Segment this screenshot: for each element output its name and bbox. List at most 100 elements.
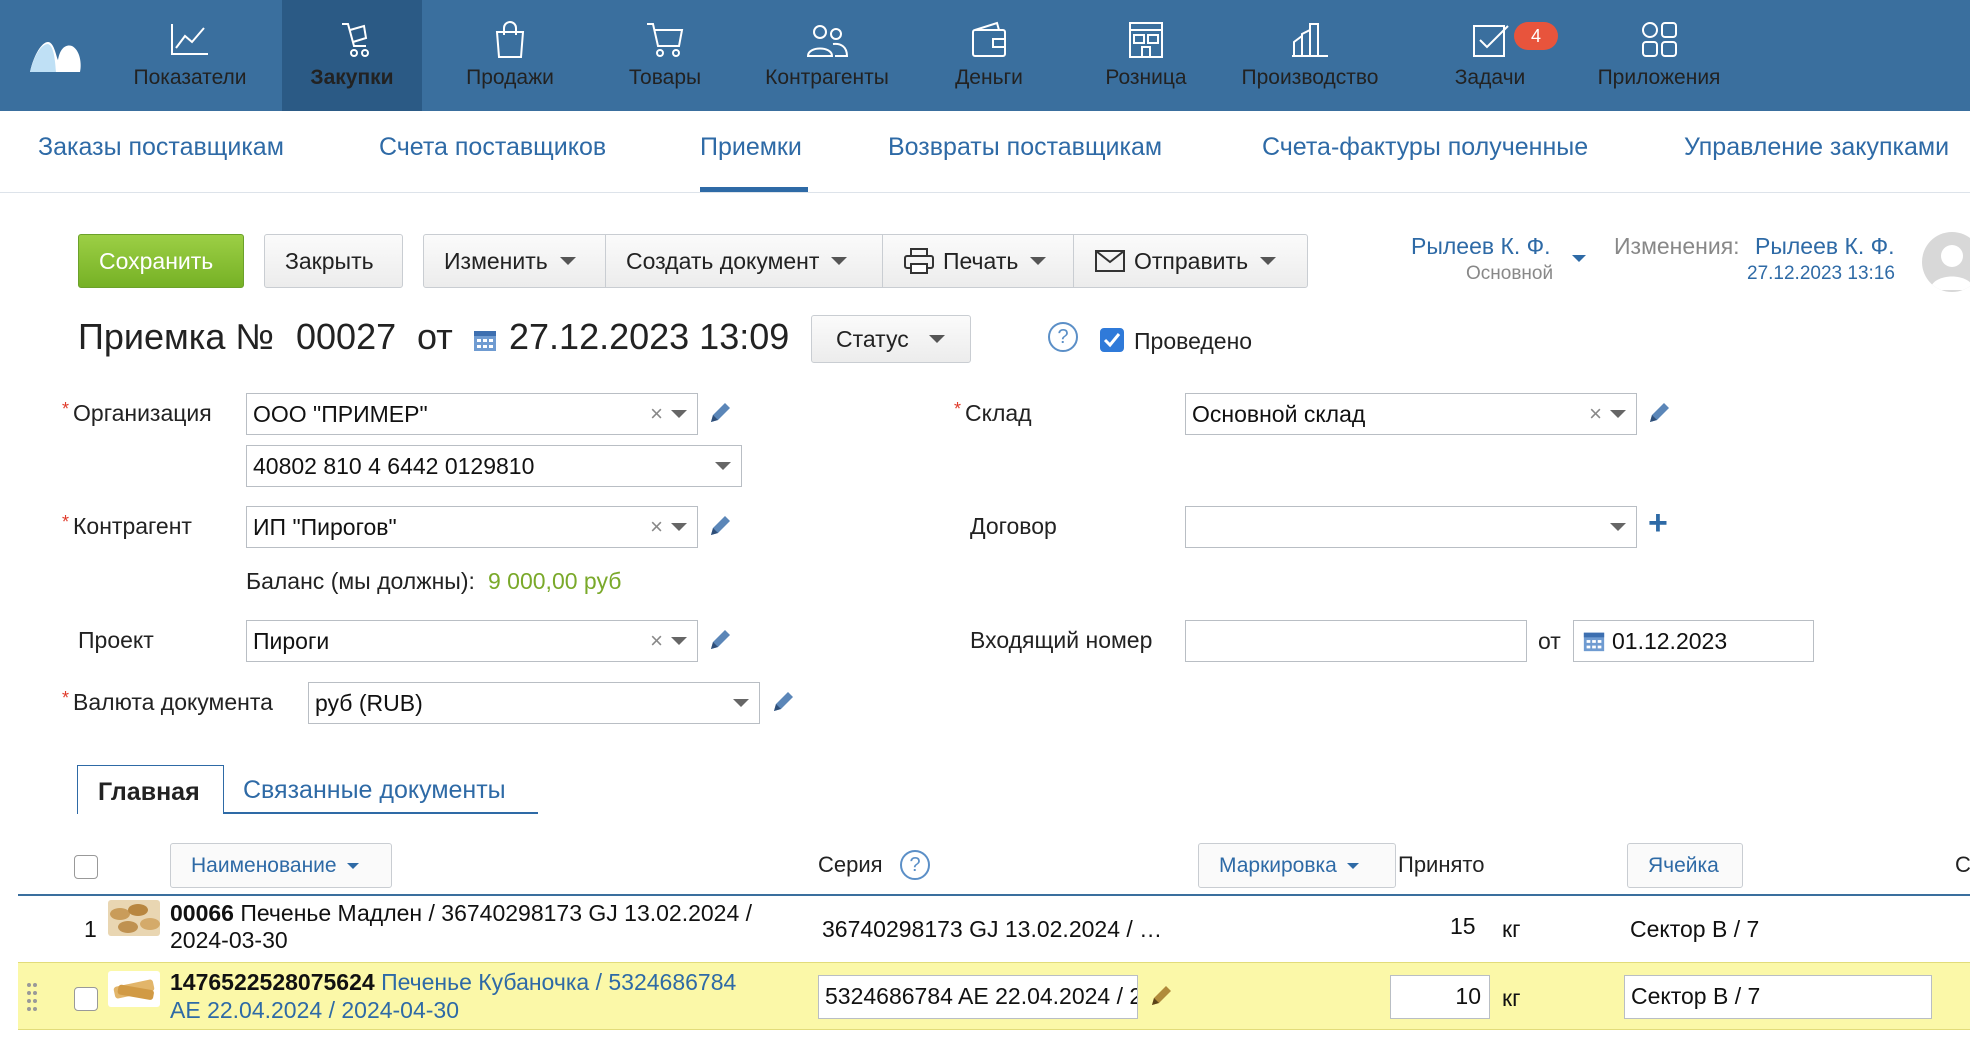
accepted-quantity-input[interactable]: 10 bbox=[1390, 975, 1490, 1019]
chevron-down-icon[interactable] bbox=[671, 637, 687, 645]
add-contract-icon[interactable]: + bbox=[1648, 504, 1668, 543]
nav-apps[interactable]: Приложения bbox=[1584, 0, 1734, 111]
chevron-down-icon bbox=[1030, 257, 1047, 265]
avatar[interactable] bbox=[1922, 232, 1970, 292]
name-column-sort[interactable]: Наименование bbox=[170, 843, 392, 888]
clear-icon[interactable]: × bbox=[650, 621, 663, 661]
tab-related-documents[interactable]: Связанные документы bbox=[243, 776, 506, 805]
page-title: Приемка № bbox=[78, 316, 274, 357]
product-name[interactable]: 1476522528075624 Печенье Кубаночка / 532… bbox=[170, 969, 736, 996]
subtab-supplier-returns[interactable]: Возвраты поставщикам bbox=[888, 133, 1162, 162]
series-input[interactable]: 5324686784 AE 22.04.2024 / 2024-04-30 bbox=[818, 975, 1138, 1019]
calendar-icon[interactable] bbox=[472, 327, 498, 353]
series-input-value: 5324686784 AE 22.04.2024 / 2024-04-30 bbox=[825, 983, 1137, 1009]
edit-pencil-icon[interactable] bbox=[707, 400, 733, 426]
counterparty-select[interactable]: ИП "Пирогов" × bbox=[246, 506, 698, 548]
edit-pencil-icon[interactable] bbox=[1646, 400, 1672, 426]
storage-cell-input[interactable]: Сектор B / 7 bbox=[1624, 975, 1932, 1019]
extra-column-header: С bbox=[1955, 852, 1970, 877]
accepted-column-header: Принято bbox=[1398, 852, 1485, 877]
send-dropdown[interactable]: Отправить bbox=[1074, 235, 1308, 287]
changes-label: Изменения: bbox=[1614, 233, 1740, 259]
edit-pencil-icon[interactable] bbox=[770, 689, 796, 715]
nav-retail[interactable]: Розница bbox=[1076, 0, 1216, 111]
product-name-link[interactable]: Печенье Кубаночка / 5324686784 bbox=[381, 969, 736, 995]
incoming-number-input[interactable] bbox=[1185, 620, 1527, 662]
clear-icon[interactable]: × bbox=[650, 394, 663, 434]
clear-icon[interactable]: × bbox=[650, 507, 663, 547]
accepted-quantity-value: 10 bbox=[1455, 983, 1481, 1009]
nav-tasks[interactable]: Задачи bbox=[1420, 0, 1560, 111]
status-dropdown[interactable]: Статус bbox=[811, 315, 971, 363]
project-select[interactable]: Пироги × bbox=[246, 620, 698, 662]
accepted-quantity[interactable]: 15 bbox=[1450, 913, 1476, 940]
product-name-line2[interactable]: AE 22.04.2024 / 2024-04-30 bbox=[170, 997, 459, 1024]
shopping-bag-icon bbox=[495, 21, 525, 58]
print-dropdown[interactable]: Печать bbox=[883, 235, 1073, 287]
help-icon[interactable]: ? bbox=[1048, 322, 1078, 352]
subtab-purchase-management[interactable]: Управление закупками bbox=[1684, 133, 1949, 162]
subtab-supplier-orders[interactable]: Заказы поставщикам bbox=[38, 133, 284, 162]
subtab-received-invoices[interactable]: Счета-фактуры полученные bbox=[1262, 133, 1588, 162]
document-datetime[interactable]: 27.12.2023 13:09 bbox=[509, 316, 789, 358]
logo-icon[interactable] bbox=[26, 34, 84, 74]
warehouse-select[interactable]: Основной склад × bbox=[1185, 393, 1637, 435]
storage-cell-value[interactable]: Сектор B / 7 bbox=[1630, 916, 1759, 943]
sub-tabs: Заказы поставщикам Счета поставщиков При… bbox=[0, 111, 1970, 193]
select-all-checkbox[interactable] bbox=[74, 855, 98, 879]
tasks-count-badge: 4 bbox=[1514, 22, 1558, 50]
create-document-dropdown[interactable]: Создать документ bbox=[606, 235, 882, 287]
chevron-down-icon[interactable] bbox=[1610, 523, 1626, 531]
edit-pencil-icon[interactable] bbox=[707, 513, 733, 539]
edit-dropdown[interactable]: Изменить bbox=[424, 235, 605, 287]
series-value[interactable]: 36740298173 GJ 13.02.2024 / … bbox=[822, 916, 1162, 943]
subtab-receipts[interactable]: Приемки bbox=[700, 133, 802, 162]
nav-purchases[interactable]: Закупки bbox=[282, 0, 422, 111]
subtab-supplier-invoices[interactable]: Счета поставщиков bbox=[379, 133, 606, 162]
chevron-down-icon[interactable] bbox=[715, 462, 731, 470]
document-number[interactable]: 00027 bbox=[296, 316, 396, 358]
nav-goods-label: Товары bbox=[628, 66, 702, 89]
nav-money[interactable]: Деньги bbox=[924, 0, 1054, 111]
nav-goods[interactable]: Товары bbox=[600, 0, 730, 111]
chevron-down-icon[interactable] bbox=[1572, 255, 1586, 262]
contract-label: Договор bbox=[970, 513, 1057, 539]
chevron-down-icon[interactable] bbox=[1610, 410, 1626, 418]
owner-user-link[interactable]: Рылеев К. Ф. bbox=[1411, 233, 1551, 260]
edit-pencil-icon[interactable] bbox=[707, 627, 733, 653]
save-button[interactable]: Сохранить bbox=[78, 234, 244, 288]
incoming-date-from-label: от bbox=[1538, 628, 1561, 654]
marking-column-label: Маркировка bbox=[1219, 853, 1337, 877]
nav-purchases-label: Закупки bbox=[310, 66, 394, 89]
edit-pencil-icon[interactable] bbox=[1148, 983, 1174, 1009]
organization-select[interactable]: ООО "ПРИМЕР" × bbox=[246, 393, 698, 435]
close-button[interactable]: Закрыть bbox=[264, 234, 403, 288]
nav-dashboard[interactable]: Показатели bbox=[110, 0, 270, 111]
bank-account-select[interactable]: 40802 810 4 6442 0129810 bbox=[246, 445, 742, 487]
changes-user-link[interactable]: Рылеев К. Ф. bbox=[1755, 233, 1895, 260]
chevron-down-icon[interactable] bbox=[671, 410, 687, 418]
chevron-down-icon[interactable] bbox=[671, 523, 687, 531]
incoming-date-input[interactable]: 01.12.2023 bbox=[1573, 620, 1814, 662]
clear-icon[interactable]: × bbox=[1589, 394, 1602, 434]
row-checkbox[interactable] bbox=[74, 987, 98, 1011]
cell-column-sort[interactable]: Ячейка bbox=[1627, 843, 1743, 888]
drag-handle-icon[interactable] bbox=[26, 981, 38, 1011]
contract-select[interactable] bbox=[1185, 506, 1637, 548]
product-name[interactable]: 00066 Печенье Мадлен / 36740298173 GJ 13… bbox=[170, 900, 752, 927]
tabs-baseline bbox=[224, 812, 538, 814]
organization-label: * Организация bbox=[62, 399, 212, 426]
nav-sales[interactable]: Продажи bbox=[440, 0, 580, 111]
currency-select[interactable]: руб (RUB) bbox=[308, 682, 760, 724]
posted-checkbox[interactable] bbox=[1100, 328, 1124, 352]
marking-column-sort[interactable]: Маркировка bbox=[1198, 843, 1396, 888]
chevron-down-icon[interactable] bbox=[733, 699, 749, 707]
nav-production[interactable]: Производство bbox=[1230, 0, 1390, 111]
table-row-selected[interactable]: 1476522528075624 Печенье Кубаночка / 532… bbox=[18, 962, 1970, 1030]
calendar-icon[interactable] bbox=[1582, 629, 1606, 653]
nav-counterparties[interactable]: Контрагенты bbox=[748, 0, 906, 111]
help-icon[interactable]: ? bbox=[900, 850, 930, 880]
table-row[interactable]: 1 00066 Печенье Мадлен / 36740298173 GJ … bbox=[18, 896, 1970, 960]
tab-main[interactable]: Главная bbox=[77, 765, 224, 814]
name-column-label: Наименование bbox=[191, 853, 337, 877]
